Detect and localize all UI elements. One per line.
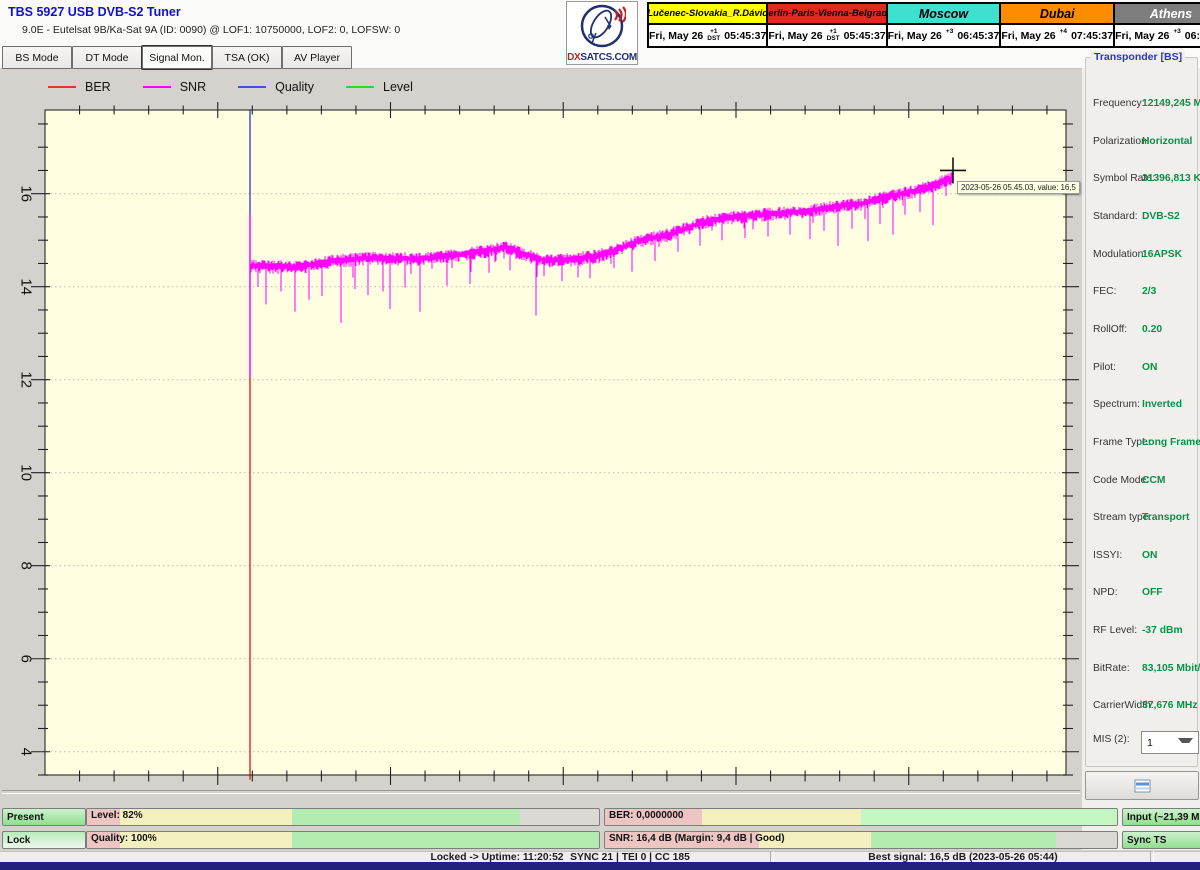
gauge-zone bbox=[871, 832, 1056, 848]
ber-gauge: BER: 0,0000000 bbox=[604, 808, 1118, 826]
satellite-dish-icon bbox=[580, 4, 628, 48]
y-axis-label: 14 bbox=[18, 278, 35, 295]
snr-gauge-label: SNR: 16,4 dB (Margin: 9,4 dB | Good) bbox=[609, 833, 785, 844]
bottom-navy-strip bbox=[0, 862, 1200, 870]
y-axis-label: 16 bbox=[18, 185, 35, 202]
chart-tooltip: 2023-05-26 05.45.03, value: 16,5 bbox=[957, 181, 1080, 195]
signal-chart-plot[interactable]: 16 14 12 10 8 6 4 bbox=[0, 0, 1200, 850]
lock-badge: Lock bbox=[2, 831, 86, 849]
gauge-zone bbox=[120, 809, 292, 825]
y-axis-label: 10 bbox=[18, 464, 35, 481]
quality-gauge-label: Quality: 100% bbox=[91, 833, 157, 844]
sync-ts-badge: Sync TS bbox=[1122, 831, 1200, 849]
y-axis-label: 6 bbox=[18, 655, 35, 663]
level-gauge: Level: 82% bbox=[86, 808, 600, 826]
quality-gauge: Quality: 100% bbox=[86, 831, 600, 849]
statusbar-separator bbox=[770, 851, 774, 862]
tuner-app-window: 16 14 12 10 8 6 4 TBS 5927 USB DVB-S2 Tuner 9.… bbox=[0, 0, 1200, 870]
gauge-zone bbox=[702, 809, 861, 825]
snr-gauge: SNR: 16,4 dB (Margin: 9,4 dB | Good) bbox=[604, 831, 1118, 849]
logo-text: DXSATCS.COM bbox=[567, 52, 637, 63]
statusbar-separator bbox=[1150, 851, 1154, 862]
gauge-zone bbox=[291, 809, 520, 825]
input-bitrate-badge: Input (~21,39 Mbps) bbox=[1122, 808, 1200, 826]
gauge-zone bbox=[291, 832, 599, 848]
plot-background bbox=[45, 110, 1066, 775]
gauge-zone bbox=[861, 809, 1117, 825]
ber-gauge-label: BER: 0,0000000 bbox=[609, 810, 684, 821]
level-gauge-label: Level: 82% bbox=[91, 810, 143, 821]
y-axis-label: 12 bbox=[18, 371, 35, 388]
dxsatcs-logo: DXSATCS.COM bbox=[566, 1, 638, 65]
present-badge: Present bbox=[2, 808, 86, 826]
y-axis-label: 4 bbox=[18, 748, 35, 756]
y-axis-label: 8 bbox=[18, 562, 35, 570]
